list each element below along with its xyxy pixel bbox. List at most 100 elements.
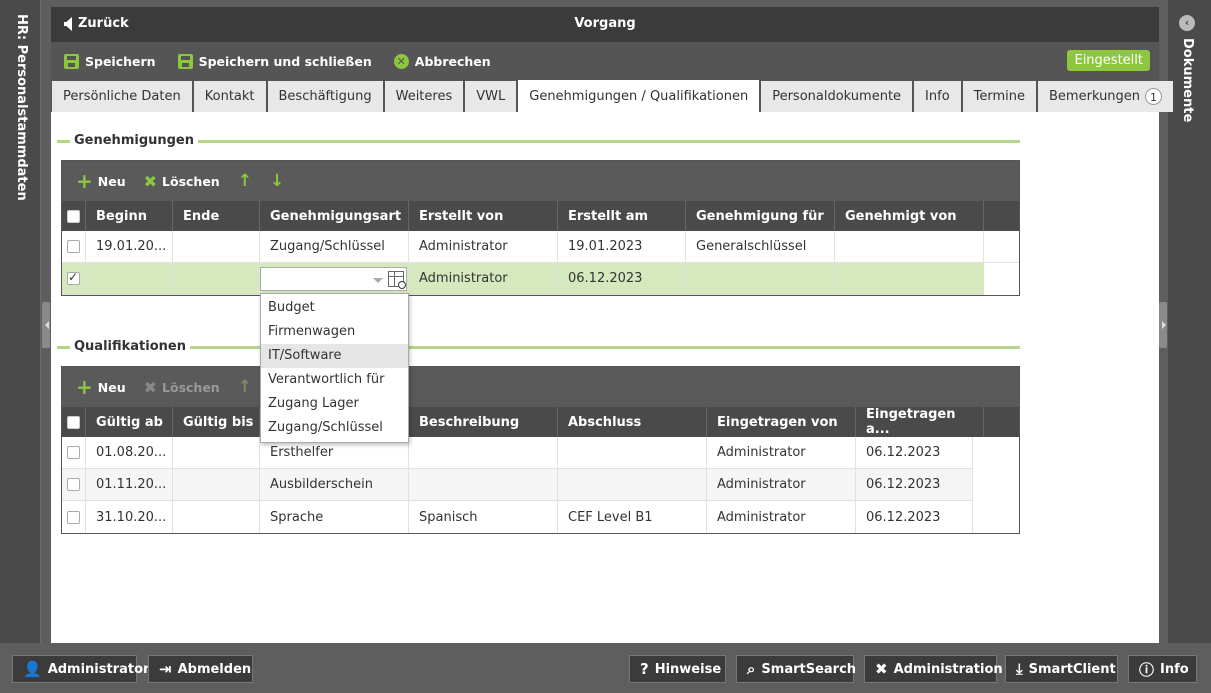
left-panel-label[interactable]: HR: Personalstammdaten [14, 14, 29, 201]
table-row[interactable]: 01.08.20... Ersthelfer Administrator 06.… [62, 437, 973, 469]
save-button[interactable]: Speichern [64, 53, 156, 69]
qualifications-delete-button[interactable]: ✖ Löschen [144, 378, 220, 397]
administration-button[interactable]: ✖ Administration [864, 655, 1003, 683]
left-side-panel[interactable]: HR: Personalstammdaten [0, 0, 41, 643]
dropdown-option-it-software[interactable]: IT/Software [261, 344, 408, 368]
smartclient-button[interactable]: ⤓ SmartClient [1005, 655, 1118, 683]
dropdown-option-zugang-lager[interactable]: Zugang Lager [261, 392, 408, 416]
col-gueltig-ab[interactable]: Gültig ab [86, 407, 173, 437]
right-side-panel[interactable]: ‹ Dokumente [1168, 0, 1211, 643]
right-panel-label[interactable]: Dokumente [1180, 38, 1195, 122]
tab-termine[interactable]: Termine [962, 81, 1037, 112]
row-checkbox[interactable] [67, 510, 80, 524]
select-all-cell[interactable] [62, 201, 86, 231]
cancel-button[interactable]: ✕ Abbrechen [393, 53, 491, 69]
table-cell [558, 437, 707, 468]
tab-kontakt[interactable]: Kontakt [193, 81, 266, 112]
administration-label: Administration [893, 661, 1003, 677]
tab-genehmigungen-qualifikationen[interactable]: Genehmigungen / Qualifikationen [518, 80, 760, 112]
arrow-up-icon: ↑ [237, 377, 252, 397]
save-close-icon [177, 53, 193, 69]
tab-persoenliche-daten[interactable]: Persönliche Daten [52, 81, 192, 112]
table-cell: 19.01.20... [86, 231, 173, 262]
tab-beschaeftigung[interactable]: Beschäftigung [267, 81, 383, 112]
status-badge[interactable]: Eingestellt [1067, 50, 1150, 71]
approvals-delete-button[interactable]: ✖ Löschen [144, 172, 220, 191]
table-cell: Administrator [707, 501, 856, 533]
row-select-cell[interactable] [62, 501, 86, 533]
logout-button[interactable]: ⇥ Abmelden [148, 655, 253, 683]
table-cell: 01.08.20... [86, 437, 173, 468]
col-genehmigung-fuer[interactable]: Genehmigung für [686, 201, 835, 231]
row-select-cell[interactable] [62, 263, 86, 294]
table-cell: 06.12.2023 [856, 469, 973, 500]
table-cell [173, 501, 260, 533]
tab-info[interactable]: Info [914, 81, 961, 112]
info-button[interactable]: ⓘ Info [1128, 655, 1197, 683]
col-beschreibung[interactable]: Beschreibung [409, 407, 558, 437]
select-all-checkbox[interactable] [67, 209, 80, 223]
qualifications-grid: + Neu ✖ Löschen ↑ Gültig ab Gültig bis B… [61, 366, 1020, 534]
genehmigungsart-combobox[interactable] [260, 266, 407, 291]
right-collapse-handle[interactable] [1159, 302, 1167, 348]
user-button[interactable]: 👤 Administrator [12, 655, 149, 683]
col-genehmigungsart[interactable]: Genehmigungsart [260, 201, 409, 231]
approvals-new-button[interactable]: + Neu [76, 171, 126, 191]
col-gueltig-bis[interactable]: Gültig bis [173, 407, 260, 437]
dropdown-option-firmenwagen[interactable]: Firmenwagen [261, 320, 408, 344]
tab-weiteres[interactable]: Weiteres [384, 81, 464, 112]
hints-button[interactable]: ? Hinweise [629, 655, 726, 683]
col-erstellt-von[interactable]: Erstellt von [409, 201, 558, 231]
table-cell: Administrator [409, 231, 558, 262]
section-divider [57, 140, 1020, 143]
approvals-move-down-button[interactable]: ↓ [270, 171, 284, 191]
logout-icon: ⇥ [159, 660, 172, 678]
row-select-cell[interactable] [62, 469, 86, 500]
select-all-checkbox[interactable] [67, 415, 80, 429]
table-row[interactable]: 19.01.20... Zugang/Schlüssel Administrat… [62, 231, 1019, 263]
approvals-move-up-button[interactable]: ↑ [238, 171, 252, 191]
row-select-cell[interactable] [62, 437, 86, 468]
dropdown-option-zugang-schluessel[interactable]: Zugang/Schlüssel [261, 416, 408, 440]
table-row[interactable]: 31.10.20... Sprache Spanisch CEF Level B… [62, 501, 973, 533]
approvals-header-row: Beginn Ende Genehmigungsart Erstellt von… [62, 201, 1019, 231]
table-cell: CEF Level B1 [558, 501, 707, 533]
download-icon: ⤓ [1016, 660, 1023, 678]
chevron-left-icon[interactable]: ‹ [1179, 15, 1195, 31]
smartsearch-button[interactable]: ⌕ SmartSearch [736, 655, 856, 683]
col-eingetragen-von[interactable]: Eingetragen von [707, 407, 856, 437]
row-checkbox[interactable] [67, 240, 80, 253]
dropdown-option-verantwortlich-fuer[interactable]: Verantwortlich für [261, 368, 408, 392]
row-select-cell[interactable] [62, 231, 86, 262]
qualifications-header-row: Gültig ab Gültig bis Beschreibung Abschl… [62, 407, 1019, 437]
left-collapse-handle[interactable] [42, 302, 50, 348]
tab-personaldokumente[interactable]: Personaldokumente [761, 81, 913, 112]
arrow-up-icon: ↑ [237, 171, 252, 191]
tab-vwl[interactable]: VWL [465, 81, 517, 112]
dropdown-option-budget[interactable]: Budget [261, 296, 408, 320]
table-cell: Administrator [707, 437, 856, 468]
row-checkbox[interactable] [67, 446, 80, 459]
table-cell [86, 263, 173, 294]
logout-label: Abmelden [177, 661, 252, 677]
col-genehmigt-von[interactable]: Genehmigt von [835, 201, 984, 231]
table-cell [835, 231, 984, 262]
genehmigungsart-dropdown-list[interactable]: Budget Firmenwagen IT/Software Verantwor… [260, 293, 409, 443]
lookup-grid-icon[interactable] [388, 270, 406, 289]
row-checkbox[interactable] [67, 478, 80, 491]
save-close-button[interactable]: Speichern und schließen [177, 53, 372, 69]
chevron-down-icon[interactable] [373, 277, 383, 283]
col-ende[interactable]: Ende [173, 201, 260, 231]
genehmigungsart-editor-cell [260, 263, 409, 294]
row-checkbox-checked[interactable] [67, 270, 80, 285]
col-beginn[interactable]: Beginn [86, 201, 173, 231]
tab-bemerkungen[interactable]: Bemerkungen 1 [1038, 81, 1174, 112]
table-row-selected[interactable]: Administrator 06.12.2023 [62, 263, 984, 295]
select-all-cell[interactable] [62, 407, 86, 437]
table-row[interactable]: 01.11.20... Ausbilderschein Administrato… [62, 469, 973, 501]
qualifications-move-up-button[interactable]: ↑ [238, 377, 252, 397]
col-abschluss[interactable]: Abschluss [558, 407, 707, 437]
qualifications-new-button[interactable]: + Neu [76, 377, 126, 397]
col-eingetragen-am[interactable]: Eingetragen a... [856, 407, 984, 437]
col-erstellt-am[interactable]: Erstellt am [558, 201, 686, 231]
